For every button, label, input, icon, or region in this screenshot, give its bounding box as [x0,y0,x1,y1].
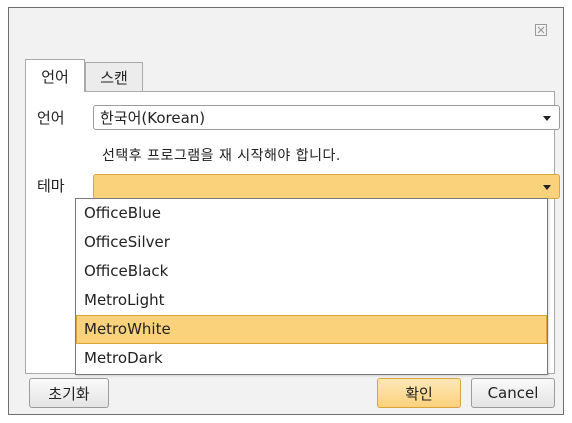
theme-select[interactable] [93,174,560,199]
theme-label: 테마 [37,177,65,195]
tab-language[interactable]: 언어 [25,59,85,92]
theme-dropdown-list: OfficeBlue OfficeSilver OfficeBlack Metr… [75,198,548,375]
theme-option-metrodark[interactable]: MetroDark [76,344,547,373]
chevron-down-icon [543,185,551,190]
restart-note: 선택후 프로그램을 재 시작해야 합니다. [102,148,341,164]
theme-option-officeblue[interactable]: OfficeBlue [76,199,547,228]
language-label: 언어 [37,109,65,127]
close-button[interactable] [531,20,551,40]
tab-scan[interactable]: 스캔 [85,62,143,91]
chevron-down-icon [543,116,551,121]
close-icon [535,24,547,36]
theme-option-officesilver[interactable]: OfficeSilver [76,228,547,257]
cancel-button[interactable]: Cancel [471,378,555,408]
theme-option-officeblack[interactable]: OfficeBlack [76,257,547,286]
title-bar [9,8,563,54]
language-select[interactable]: 한국어(Korean) [93,105,560,130]
theme-option-metrowhite[interactable]: MetroWhite [76,315,547,344]
ok-button[interactable]: 확인 [377,378,461,408]
reset-button[interactable]: 초기화 [29,378,109,408]
theme-option-metrolight[interactable]: MetroLight [76,286,547,315]
language-select-value: 한국어(Korean) [100,109,206,127]
